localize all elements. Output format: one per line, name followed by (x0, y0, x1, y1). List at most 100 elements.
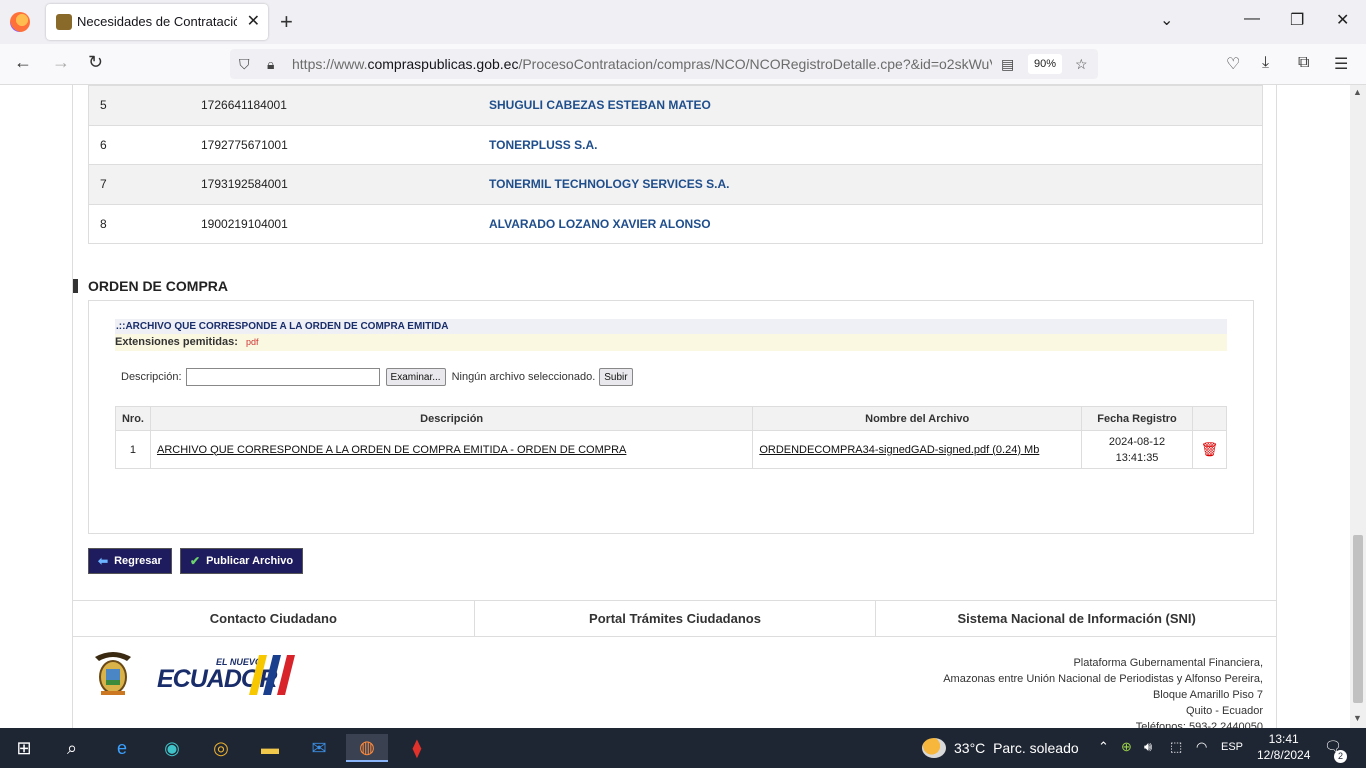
section-title: ORDEN DE COMPRA (73, 279, 228, 293)
weather-icon (922, 738, 946, 758)
footer-address: Plataforma Gubernamental Financiera, Ama… (943, 655, 1263, 728)
file-explorer-icon[interactable]: ▬ (255, 734, 285, 762)
acrobat-icon[interactable]: ⧫ (402, 734, 432, 762)
edge-icon[interactable]: ◉ (157, 734, 187, 762)
search-icon[interactable]: ⌕ (57, 734, 87, 762)
chrome-icon[interactable]: ◎ (206, 734, 236, 762)
link-contacto-ciudadano[interactable]: Contacto Ciudadano (73, 601, 475, 636)
browser-tab[interactable]: Necesidades de Contratación y ✕ (46, 4, 268, 40)
col-header-num: Nro. (115, 406, 151, 431)
menu-icon[interactable]: ☰ (1334, 54, 1348, 74)
weather-temp: 33°C (954, 740, 986, 756)
security-icon[interactable]: ⊕ (1121, 739, 1132, 755)
zoom-level[interactable]: 90% (1028, 54, 1062, 74)
extensions-value: pdf (245, 337, 259, 347)
tab-title: Necesidades de Contratación y (77, 14, 237, 29)
downloads-icon[interactable]: ⤓ (1262, 54, 1269, 72)
description-label: Descripción: (121, 371, 182, 383)
firefox-icon[interactable] (10, 12, 30, 32)
clock[interactable]: 13:41 12/8/2024 (1257, 731, 1310, 763)
minimize-icon[interactable]: — (1244, 10, 1260, 28)
col-header-description: Descripción (149, 406, 754, 431)
provider-name-link[interactable]: TONERMIL TECHNOLOGY SERVICES S.A. (489, 177, 730, 191)
orden-compra-panel: .::ARCHIVO QUE CORRESPONDE A LA ORDEN DE… (88, 300, 1254, 534)
scroll-up-icon[interactable]: ▲ (1353, 87, 1362, 97)
close-tab-icon[interactable]: ✕ (247, 11, 260, 31)
row-number: 8 (100, 216, 107, 231)
scroll-down-icon[interactable]: ▼ (1353, 713, 1362, 723)
show-hidden-icons[interactable]: ⌃ (1098, 739, 1109, 755)
restore-icon[interactable]: ❐ (1290, 10, 1304, 30)
file-name-cell: ORDENDECOMPRA34-signedGAD-signed.pdf (0.… (752, 430, 1083, 469)
provider-name-link[interactable]: TONERPLUSS S.A. (489, 138, 597, 152)
reload-icon[interactable]: ↻ (88, 52, 103, 73)
network-icon[interactable]: ◠ (1196, 739, 1207, 755)
mail-icon[interactable]: ✉ (304, 734, 334, 762)
reader-view-icon[interactable]: ▤ (1001, 56, 1014, 73)
meet-now-icon[interactable]: ⬚ (1170, 739, 1182, 755)
scrollbar-thumb[interactable] (1353, 535, 1363, 703)
table-row: 1 ARCHIVO QUE CORRESPONDE A LA ORDEN DE … (115, 430, 1228, 469)
checkmark-icon: ✔ (190, 554, 201, 568)
back-icon[interactable]: ← (14, 52, 32, 73)
pocket-icon[interactable]: ♡ (1226, 54, 1240, 74)
table-row: 5 1726641184001 SHUGULI CABEZAS ESTEBAN … (89, 85, 1262, 125)
lock-icon[interactable]: 🔒︎ (267, 56, 274, 73)
col-header-date: Fecha Registro (1081, 406, 1193, 431)
internet-explorer-icon[interactable]: e (107, 734, 137, 762)
back-button-label: Regresar (114, 555, 162, 567)
favicon-icon (56, 14, 72, 30)
vertical-scrollbar[interactable]: ▲ ▼ (1350, 85, 1366, 728)
browse-button[interactable]: Examinar... (385, 368, 446, 386)
new-tab-icon[interactable]: + (280, 9, 293, 35)
bookmark-star-icon[interactable]: ☆ (1075, 56, 1088, 73)
language-indicator[interactable]: ESP (1221, 741, 1243, 753)
provider-name-link[interactable]: ALVARADO LOZANO XAVIER ALONSO (489, 217, 711, 231)
url-text[interactable]: https://www.compraspublicas.gob.ec/Proce… (292, 56, 992, 72)
publish-button-label: Publicar Archivo (206, 555, 294, 567)
extensions-label: Extensiones pemitidas: (115, 336, 238, 348)
link-sni[interactable]: Sistema Nacional de Información (SNI) (876, 601, 1277, 636)
weather-desc: Parc. soleado (993, 740, 1079, 756)
file-description-link[interactable]: ARCHIVO QUE CORRESPONDE A LA ORDEN DE CO… (157, 444, 626, 456)
table-row: 6 1792775671001 TONERPLUSS S.A. (89, 124, 1262, 165)
address-line: Amazonas entre Unión Nacional de Periodi… (943, 673, 1263, 685)
list-tabs-icon[interactable]: ⌄ (1160, 10, 1173, 30)
delete-file-icon[interactable]: 🗑︎ (1191, 430, 1228, 469)
col-header-filename: Nombre del Archivo (752, 406, 1083, 431)
browser-nav-bar: ← → ↻ ⛉ 🔒︎ https://www.compraspublicas.g… (0, 44, 1366, 85)
file-download-link[interactable]: ORDENDECOMPRA34-signedGAD-signed.pdf (0.… (759, 444, 1039, 456)
arrow-left-icon: ⬅ (98, 554, 109, 568)
publish-button[interactable]: ✔ Publicar Archivo (180, 548, 304, 574)
file-num: 1 (115, 430, 151, 469)
address-line: Bloque Amarillo Piso 7 (1152, 689, 1263, 701)
shield-icon[interactable]: ⛉ (239, 56, 250, 73)
providers-table: 5 1726641184001 SHUGULI CABEZAS ESTEBAN … (88, 85, 1263, 244)
row-number: 5 (100, 98, 107, 113)
firefox-taskbar-icon[interactable]: ◍ (346, 734, 388, 762)
description-input[interactable] (185, 368, 380, 386)
volume-icon[interactable]: 🔊︎ (1144, 739, 1152, 755)
url-bar[interactable]: ⛉ 🔒︎ https://www.compraspublicas.gob.ec/… (230, 49, 1098, 79)
row-ruc: 1726641184001 (201, 98, 287, 113)
upload-button[interactable]: Subir (599, 368, 633, 386)
forward-icon[interactable]: → (52, 52, 70, 73)
link-portal-tramites[interactable]: Portal Trámites Ciudadanos (475, 601, 877, 636)
weather-widget[interactable]: 33°C Parc. soleado (922, 738, 1079, 758)
close-window-icon[interactable]: ✕ (1336, 10, 1349, 30)
extensions-icon[interactable]: ⧉ (1298, 54, 1309, 72)
row-number: 7 (100, 177, 107, 192)
archivo-header: .::ARCHIVO QUE CORRESPONDE A LA ORDEN DE… (115, 319, 1227, 334)
file-date-day: 2024-08-12 (1108, 435, 1166, 448)
address-line: Plataforma Gubernamental Financiera, (1073, 657, 1263, 669)
row-ruc: 1793192584001 (201, 177, 288, 192)
row-ruc: 1792775671001 (201, 137, 288, 152)
windows-start-icon[interactable]: ⊞ (9, 734, 39, 762)
flag-stripes-icon (249, 655, 295, 695)
clock-time: 13:41 (1268, 732, 1299, 746)
table-row: 7 1793192584001 TONERMIL TECHNOLOGY SERV… (89, 164, 1262, 204)
provider-name-link[interactable]: SHUGULI CABEZAS ESTEBAN MATEO (489, 98, 711, 112)
back-button[interactable]: ⬅ Regresar (88, 548, 172, 574)
file-date: 2024-08-12 13:41:35 (1081, 430, 1193, 469)
main-content: 5 1726641184001 SHUGULI CABEZAS ESTEBAN … (72, 85, 1277, 728)
